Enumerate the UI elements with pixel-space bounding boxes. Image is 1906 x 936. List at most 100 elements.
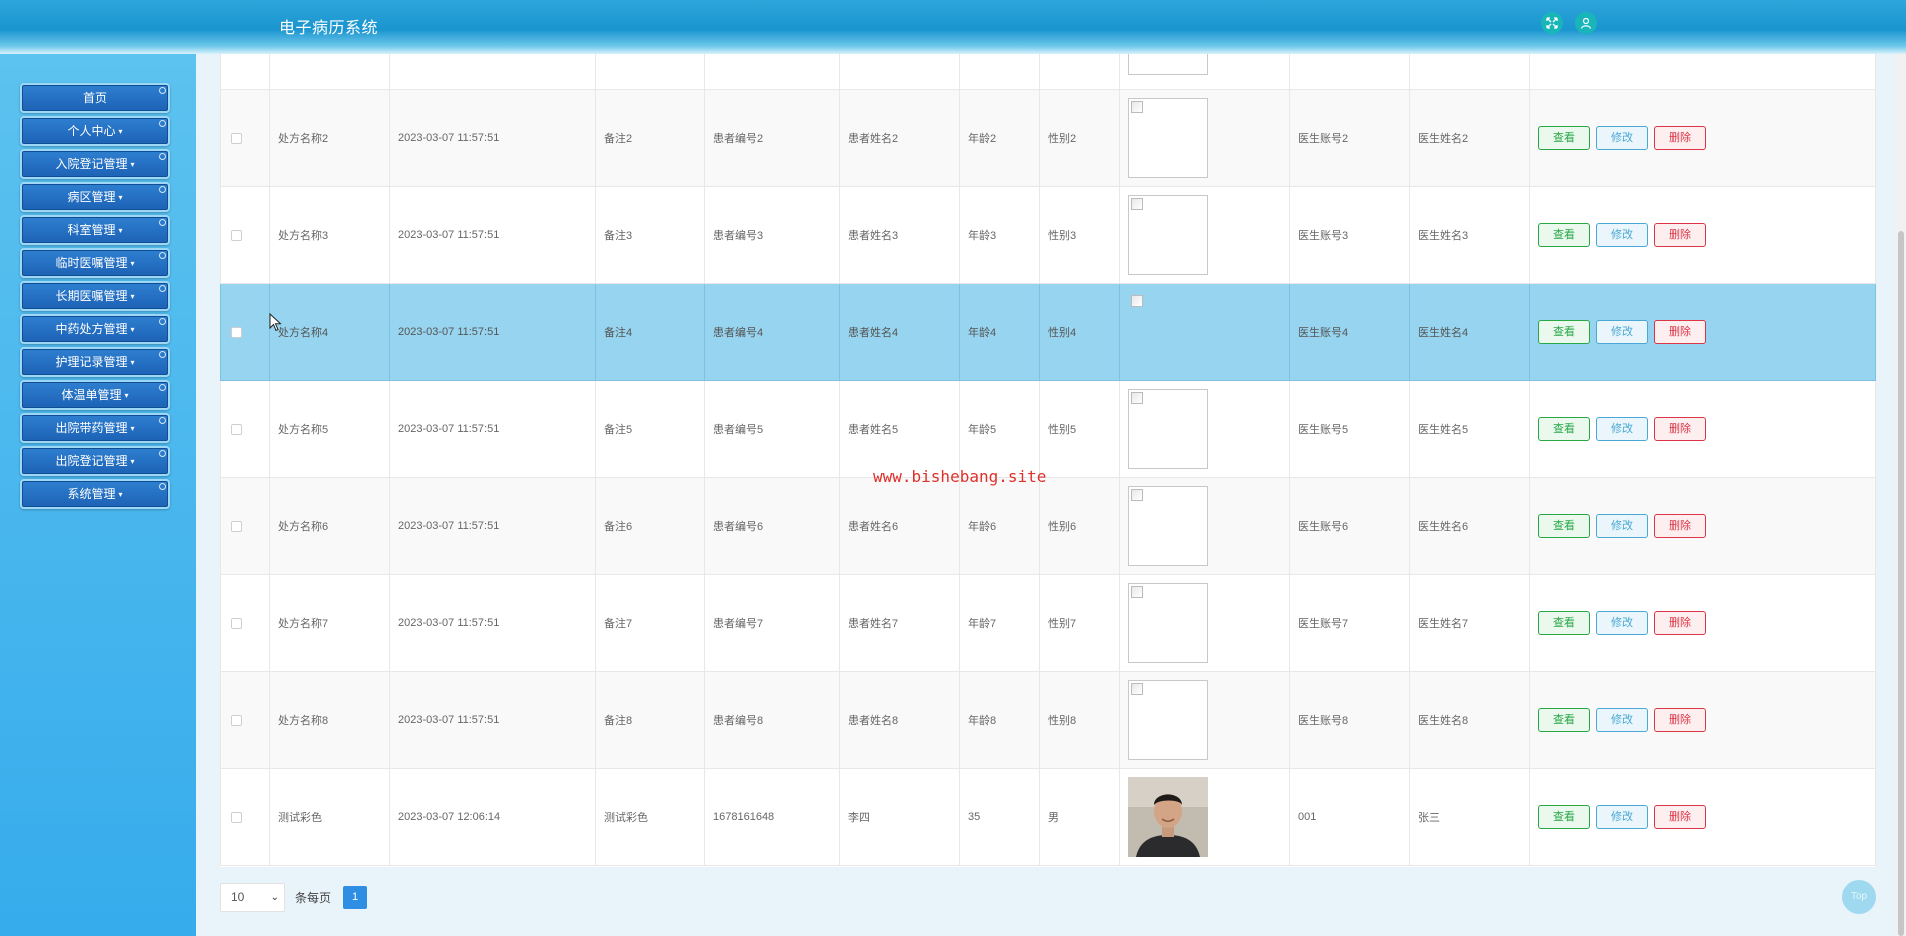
- sidebar-item[interactable]: 入院登记管理 ▾: [20, 149, 170, 179]
- edit-button[interactable]: 修改: [1596, 223, 1648, 247]
- cell-gender: 性别5: [1039, 380, 1120, 478]
- scroll-thumb[interactable]: [1898, 231, 1904, 936]
- edit-button[interactable]: 修改: [1596, 611, 1648, 635]
- cell-name: 处方名称8: [269, 671, 390, 769]
- table-row[interactable]: 处方名称4 2023-03-07 11:57:51 备注4 患者编号4 患者姓名4 年龄4…: [220, 283, 1876, 381]
- delete-button[interactable]: 删除: [1654, 514, 1706, 538]
- view-button[interactable]: 查看: [1538, 126, 1590, 150]
- view-button[interactable]: 查看: [1538, 514, 1590, 538]
- delete-button[interactable]: 删除: [1654, 126, 1706, 150]
- cell-patient-name: 患者姓名2: [839, 89, 960, 187]
- table-row[interactable]: 处方名称3 2023-03-07 11:57:51 备注3 患者编号3 患者姓名3 年龄3…: [220, 186, 1876, 284]
- broken-image-icon: [1131, 198, 1143, 210]
- broken-image-icon: [1131, 586, 1143, 598]
- back-to-top-button[interactable]: Top: [1842, 880, 1876, 914]
- view-button[interactable]: 查看: [1538, 320, 1590, 344]
- cell-gender: 性别6: [1039, 477, 1120, 575]
- edit-button[interactable]: 修改: [1596, 514, 1648, 538]
- sidebar-item[interactable]: 系统管理 ▾: [20, 479, 170, 509]
- sidebar-item[interactable]: 出院带药管理 ▾: [20, 413, 170, 443]
- sidebar-item[interactable]: 首页: [20, 83, 170, 113]
- sidebar-item[interactable]: 中药处方管理 ▾: [20, 314, 170, 344]
- user-icon[interactable]: [1575, 12, 1597, 34]
- sidebar-item-label: 中药处方管理: [55, 322, 128, 336]
- cell-time: 2023-03-07 11:57:51: [389, 574, 596, 672]
- caret-down-icon: ▾: [130, 423, 135, 433]
- sidebar-item[interactable]: 出院登记管理 ▾: [20, 446, 170, 476]
- delete-button[interactable]: 删除: [1654, 320, 1706, 344]
- row-checkbox[interactable]: [231, 229, 242, 241]
- sidebar-item[interactable]: 体温单管理 ▾: [20, 380, 170, 410]
- cell-age: 35: [959, 768, 1040, 866]
- cell-gender: 性别7: [1039, 574, 1120, 672]
- row-checkbox[interactable]: [231, 714, 242, 726]
- cell-patient-name: 患者姓名4: [839, 283, 960, 381]
- table-row[interactable]: 处方名称5 2023-03-07 11:57:51 备注5 患者编号5 患者姓名5 年龄5…: [220, 380, 1876, 478]
- cell-patient-no: 患者编号2: [704, 89, 840, 187]
- sidebar-item[interactable]: 科室管理 ▾: [20, 215, 170, 245]
- view-button[interactable]: 查看: [1538, 708, 1590, 732]
- row-checkbox[interactable]: [231, 326, 242, 338]
- table-row[interactable]: 处方名称6 2023-03-07 11:57:51 备注6 患者编号6 患者姓名6 年龄6…: [220, 477, 1876, 575]
- caret-down-icon: ▾: [130, 456, 135, 466]
- delete-button[interactable]: 删除: [1654, 805, 1706, 829]
- edit-button[interactable]: 修改: [1596, 320, 1648, 344]
- row-checkbox[interactable]: [231, 520, 242, 532]
- prescription-table: 处方名称2 2023-03-07 11:57:51 备注2 患者编号2 患者姓名2 年龄2…: [220, 40, 1876, 866]
- table-row[interactable]: 测试彩色 2023-03-07 12:06:14 测试彩色 1678161648 李四 3…: [220, 768, 1876, 866]
- caret-down-icon: ▾: [130, 258, 135, 268]
- cell-age: 年龄8: [959, 671, 1040, 769]
- cell-remark: 备注8: [595, 671, 705, 769]
- cell-time: 2023-03-07 12:06:14: [389, 768, 596, 866]
- page-size-select[interactable]: 10 ⌄: [220, 882, 285, 912]
- delete-button[interactable]: 删除: [1654, 611, 1706, 635]
- view-button[interactable]: 查看: [1538, 417, 1590, 441]
- delete-button[interactable]: 删除: [1654, 417, 1706, 441]
- cell-doctor-name: 医生姓名2: [1409, 89, 1530, 187]
- table-row[interactable]: 处方名称8 2023-03-07 11:57:51 备注8 患者编号8 患者姓名8 年龄8…: [220, 671, 1876, 769]
- view-button[interactable]: 查看: [1538, 805, 1590, 829]
- row-checkbox[interactable]: [231, 811, 242, 823]
- table-row[interactable]: 处方名称7 2023-03-07 11:57:51 备注7 患者编号7 患者姓名7 年龄7…: [220, 574, 1876, 672]
- cell-remark: 备注5: [595, 380, 705, 478]
- watermark: www.bishebang.site: [873, 467, 1047, 486]
- vertical-scrollbar[interactable]: [1896, 54, 1906, 936]
- broken-image-icon: [1131, 489, 1143, 501]
- cell-remark: 备注3: [595, 186, 705, 284]
- sidebar-item-label: 护理记录管理: [55, 355, 128, 369]
- cell-time: 2023-03-07 11:57:51: [389, 89, 596, 187]
- sidebar-item-label: 病区管理: [67, 190, 116, 204]
- edit-button[interactable]: 修改: [1596, 417, 1648, 441]
- edit-button[interactable]: 修改: [1596, 805, 1648, 829]
- sidebar-item[interactable]: 护理记录管理 ▾: [20, 347, 170, 377]
- row-checkbox[interactable]: [231, 617, 242, 629]
- table-row[interactable]: 处方名称2 2023-03-07 11:57:51 备注2 患者编号2 患者姓名2 年龄2…: [220, 89, 1876, 187]
- row-checkbox[interactable]: [231, 132, 242, 144]
- caret-down-icon: ▾: [118, 225, 123, 235]
- delete-button[interactable]: 删除: [1654, 223, 1706, 247]
- fullscreen-icon[interactable]: [1541, 12, 1563, 34]
- edit-button[interactable]: 修改: [1596, 126, 1648, 150]
- sidebar-item[interactable]: 长期医嘱管理 ▾: [20, 281, 170, 311]
- edit-button[interactable]: 修改: [1596, 708, 1648, 732]
- page-size-value: 10: [231, 889, 245, 904]
- caret-down-icon: ▾: [124, 390, 129, 400]
- cell-time: 2023-03-07 11:57:51: [389, 671, 596, 769]
- cell-patient-name: 患者姓名3: [839, 186, 960, 284]
- cell-gender: 性别3: [1039, 186, 1120, 284]
- sidebar-item[interactable]: 个人中心 ▾: [20, 116, 170, 146]
- view-button[interactable]: 查看: [1538, 223, 1590, 247]
- delete-button[interactable]: 删除: [1654, 708, 1706, 732]
- sidebar-item[interactable]: 临时医嘱管理 ▾: [20, 248, 170, 278]
- cell-age: 年龄5: [959, 380, 1040, 478]
- sidebar-item[interactable]: 病区管理 ▾: [20, 182, 170, 212]
- cell-doctor-account: 001: [1289, 768, 1410, 866]
- caret-down-icon: ▾: [118, 489, 123, 499]
- page-button-current[interactable]: 1: [343, 885, 368, 909]
- view-button[interactable]: 查看: [1538, 611, 1590, 635]
- row-checkbox[interactable]: [231, 423, 242, 435]
- broken-image-icon: [1131, 392, 1143, 404]
- app-title: 电子病历系统: [279, 20, 379, 37]
- cell-doctor-name: 医生姓名4: [1409, 283, 1530, 381]
- cell-remark: 备注6: [595, 477, 705, 575]
